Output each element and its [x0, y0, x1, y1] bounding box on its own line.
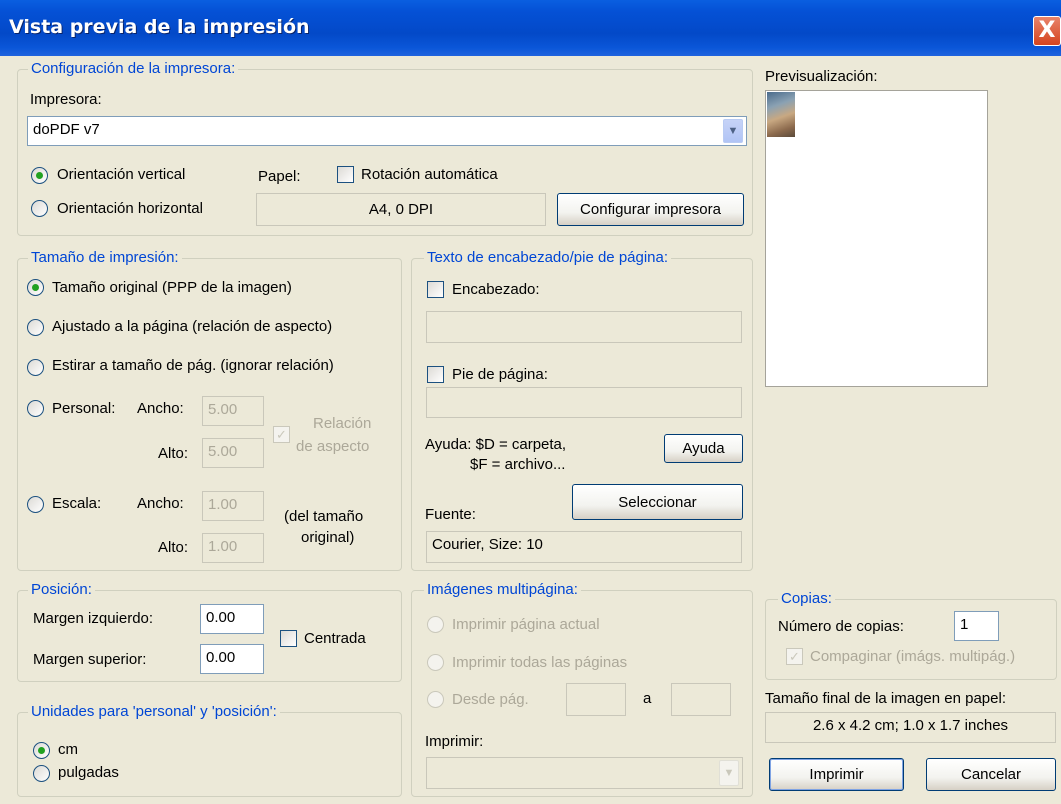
copies-count-label: Número de copias: [778, 618, 904, 635]
printer-select-value: doPDF v7 [33, 121, 100, 138]
print-size-legend: Tamaño de impresión: [28, 249, 182, 267]
size-original-label: Tamaño original (PPP de la imagen) [52, 279, 292, 296]
size-fit-page-label: Ajustado a la página (relación de aspect… [52, 318, 333, 335]
preview-label: Previsualización: [765, 68, 878, 85]
printer-config-legend: Configuración de la impresora: [28, 60, 239, 78]
custom-width-label: Ancho: [137, 400, 184, 417]
units-inches-label: pulgadas [58, 764, 119, 781]
orientation-vertical-label: Orientación vertical [57, 166, 186, 183]
top-margin-field[interactable]: 0.00 [200, 644, 264, 674]
units-inches-radio[interactable] [33, 765, 50, 782]
window-title: Vista previa de la impresión [9, 16, 310, 38]
font-label: Fuente: [425, 506, 476, 523]
size-custom-label: Personal: [52, 400, 116, 417]
top-margin-label: Margen superior: [33, 651, 147, 668]
range-to-label: a [643, 690, 652, 707]
final-size-label: Tamaño final de la imagen en papel: [765, 690, 1006, 707]
aspect-ratio-checkbox[interactable]: ✓ [273, 426, 290, 443]
centered-label: Centrada [304, 630, 366, 647]
cancel-button[interactable]: Cancelar [926, 758, 1056, 791]
print-button[interactable]: Imprimir [769, 758, 904, 791]
size-scale-label: Escala: [52, 495, 102, 512]
units-cm-radio[interactable] [33, 742, 50, 759]
paper-label: Papel: [258, 168, 301, 185]
header-text-field[interactable] [426, 311, 742, 343]
printer-select[interactable]: doPDF v7 [27, 116, 747, 146]
help-text-line2: $F = archivo... [470, 456, 566, 473]
configure-printer-button[interactable]: Configurar impresora [557, 193, 744, 226]
size-custom-radio[interactable] [27, 400, 44, 417]
printer-label: Impresora: [30, 91, 102, 108]
aspect-ratio-label-line1: Relación [313, 415, 372, 432]
font-value: Courier, Size: 10 [426, 531, 742, 563]
custom-height-field[interactable]: 5.00 [202, 438, 264, 468]
footer-label: Pie de página: [452, 366, 548, 383]
title-bar: Vista previa de la impresión X [0, 0, 1061, 56]
copies-legend: Copias: [778, 590, 835, 608]
footer-checkbox[interactable] [427, 366, 444, 383]
scale-note-line2: original) [301, 529, 355, 546]
help-button[interactable]: Ayuda [664, 434, 743, 463]
scale-width-field[interactable]: 1.00 [202, 491, 264, 521]
print-pages-label: Imprimir: [425, 733, 484, 750]
chevron-down-icon[interactable]: ▼ [723, 119, 743, 143]
multipage-all-radio[interactable] [427, 654, 444, 671]
units-legend: Unidades para 'personal' y 'posición': [28, 703, 280, 721]
multipage-all-label: Imprimir todas las páginas [452, 654, 628, 671]
scale-height-label: Alto: [158, 539, 189, 556]
print-pages-chevron-down-icon[interactable]: ▼ [719, 760, 739, 786]
custom-height-label: Alto: [158, 445, 189, 462]
multipage-current-label: Imprimir página actual [452, 616, 600, 633]
custom-width-field[interactable]: 5.00 [202, 396, 264, 426]
position-legend: Posición: [28, 581, 95, 599]
help-text-line1: Ayuda: $D = carpeta, [425, 436, 567, 453]
orientation-vertical-radio[interactable] [31, 167, 48, 184]
left-margin-field[interactable]: 0.00 [200, 604, 264, 634]
preview-area [765, 90, 988, 387]
multipage-range-radio[interactable] [427, 691, 444, 708]
select-font-button[interactable]: Seleccionar [572, 484, 743, 520]
footer-text-field[interactable] [426, 387, 742, 418]
header-footer-legend: Texto de encabezado/pie de página: [424, 249, 672, 267]
header-checkbox[interactable] [427, 281, 444, 298]
header-label: Encabezado: [452, 281, 540, 298]
left-margin-label: Margen izquierdo: [33, 610, 154, 627]
scale-width-label: Ancho: [137, 495, 184, 512]
multipage-current-radio[interactable] [427, 616, 444, 633]
size-stretch-radio[interactable] [27, 359, 44, 376]
orientation-horizontal-radio[interactable] [31, 200, 48, 217]
auto-rotation-checkbox[interactable] [337, 166, 354, 183]
size-scale-radio[interactable] [27, 496, 44, 513]
orientation-horizontal-label: Orientación horizontal [57, 200, 203, 217]
paper-info: A4, 0 DPI [256, 193, 546, 226]
close-button[interactable]: X [1033, 16, 1061, 46]
size-stretch-label: Estirar a tamaño de pág. (ignorar relaci… [52, 357, 334, 374]
aspect-ratio-label-line2: de aspecto [296, 438, 370, 455]
preview-thumbnail [767, 92, 795, 137]
range-from-field[interactable] [566, 683, 626, 716]
units-cm-label: cm [58, 741, 78, 758]
multipage-range-label: Desde pág. [452, 691, 529, 708]
print-pages-select[interactable] [426, 757, 743, 789]
scale-note-line1: (del tamaño [284, 508, 364, 525]
size-fit-page-radio[interactable] [27, 319, 44, 336]
final-size-value: 2.6 x 4.2 cm; 1.0 x 1.7 inches [765, 712, 1056, 743]
centered-checkbox[interactable] [280, 630, 297, 647]
multipage-legend: Imágenes multipágina: [424, 581, 581, 599]
collate-label: Compaginar (imágs. multipág.) [810, 648, 1016, 665]
copies-count-field[interactable]: 1 [954, 611, 999, 641]
range-to-field[interactable] [671, 683, 731, 716]
collate-checkbox[interactable]: ✓ [786, 648, 803, 665]
scale-height-field[interactable]: 1.00 [202, 533, 264, 563]
auto-rotation-label: Rotación automática [361, 166, 498, 183]
size-original-radio[interactable] [27, 279, 44, 296]
copies-group [765, 599, 1057, 680]
